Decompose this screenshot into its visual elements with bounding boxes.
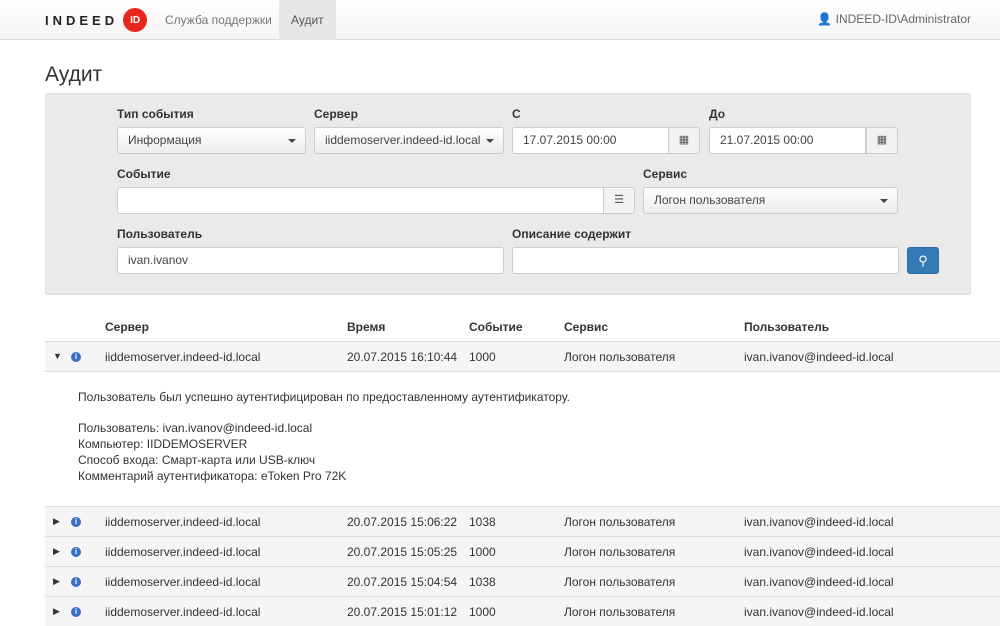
detail-summary: Пользователь был успешно аутентифицирова… [78,390,570,404]
server-select[interactable]: iiddemoserver.indeed-id.local [314,127,504,154]
detail-comment: Комментарий аутентификатора: eToken Pro … [78,469,347,483]
cell: 1000 [469,545,496,559]
cell: iiddemoserver.indeed-id.local [105,515,261,529]
to-calendar-button[interactable]: ▦ [866,127,898,154]
nav-audit[interactable]: Аудит [279,0,336,40]
cell: iiddemoserver.indeed-id.local [105,575,261,589]
from-label: С [512,107,521,121]
table-row[interactable]: ▶ i iiddemoserver.indeed-id.local 20.07.201… [45,596,1000,626]
header-service[interactable]: Сервис [564,320,608,334]
cell: 1000 [469,605,496,619]
user-input[interactable]: ivan.ivanov [117,247,504,274]
calendar-icon: ▦ [678,134,690,146]
cell: 20.07.2015 15:04:54 [347,575,458,589]
logo-text: INDEED [45,12,119,28]
cell: ivan.ivanov@indeed-id.local [744,545,894,559]
desc-input[interactable] [512,247,899,274]
caret-right-icon[interactable]: ▶ [53,546,60,557]
to-date-input[interactable]: 21.07.2015 00:00 [709,127,866,154]
caret-right-icon[interactable]: ▶ [53,576,60,587]
header-user[interactable]: Пользователь [744,320,829,334]
to-label: До [709,107,726,121]
search-button[interactable]: ⚲ [907,247,939,274]
table-row[interactable]: ▶ i iiddemoserver.indeed-id.local 20.07.201… [45,506,1000,536]
caret-right-icon[interactable]: ▶ [53,516,60,527]
event-type-label: Тип события [117,107,194,121]
caret-down-icon[interactable]: ▼ [53,351,62,361]
search-icon: ⚲ [918,253,928,268]
navbar: INDEED ID Служба поддержки Аудит 👤 INDEED… [0,0,1000,40]
info-icon: i [71,547,81,557]
service-label: Сервис [643,167,688,181]
user-menu[interactable]: 👤 INDEED-ID\Administrator [817,0,971,38]
info-icon: i [71,352,81,362]
calendar-icon: ▦ [876,134,888,146]
detail-login-method: Способ входа: Смарт-карта или USB-ключ [78,453,316,467]
info-icon: i [71,517,81,527]
from-date-input[interactable]: 17.07.2015 00:00 [512,127,669,154]
page-title: Аудит [45,63,103,86]
service-value: Логон пользователя [654,193,766,207]
event-list-button[interactable]: ☰ [603,187,635,214]
cell: Логон пользователя [564,515,676,529]
info-icon: i [71,577,81,587]
table-row[interactable]: ▶ i iiddemoserver.indeed-id.local 20.07.201… [45,566,1000,596]
caret-down-icon [486,139,494,143]
header-time[interactable]: Время [347,320,385,334]
cell: ivan.ivanov@indeed-id.local [744,515,894,529]
server-value: iiddemoserver.indeed-id.local [325,133,481,147]
cell: Логон пользователя [564,545,676,559]
header-server[interactable]: Сервер [105,320,149,334]
user-name: INDEED-ID\Administrator [835,12,971,26]
user-icon: 👤 [817,12,833,26]
cell: Логон пользователя [564,350,676,364]
cell: 1038 [469,515,496,529]
cell: ivan.ivanov@indeed-id.local [744,575,894,589]
cell: ivan.ivanov@indeed-id.local [744,350,894,364]
cell: 20.07.2015 15:01:12 [347,605,458,619]
row-detail: Пользователь был успешно аутентифицирова… [45,371,1000,506]
cell: 20.07.2015 15:05:25 [347,545,458,559]
from-calendar-button[interactable]: ▦ [668,127,700,154]
logo[interactable]: INDEED ID [45,8,148,32]
cell: iiddemoserver.indeed-id.local [105,605,261,619]
cell: iiddemoserver.indeed-id.local [105,545,261,559]
logo-badge: ID [123,8,148,32]
header-event[interactable]: Событие [469,320,523,334]
cell: 20.07.2015 16:10:44 [347,350,458,364]
cell: Логон пользователя [564,575,676,589]
cell: ivan.ivanov@indeed-id.local [744,605,894,619]
cell: 1038 [469,575,496,589]
caret-down-icon [880,199,888,203]
nav-support[interactable]: Служба поддержки [153,0,284,40]
cell: iiddemoserver.indeed-id.local [105,350,261,364]
event-label: Событие [117,167,171,181]
user-label: Пользователь [117,227,203,241]
info-icon: i [71,607,81,617]
event-type-select[interactable]: Информация [117,127,306,154]
event-input[interactable] [117,187,604,214]
detail-computer: Компьютер: IIDDEMOSERVER [78,437,248,451]
server-label: Сервер [314,107,358,121]
cell: 1000 [469,350,496,364]
table-row[interactable]: ▶ i iiddemoserver.indeed-id.local 20.07.201… [45,536,1000,566]
detail-user: Пользователь: ivan.ivanov@indeed-id.loca… [78,421,313,435]
service-select[interactable]: Логон пользователя [643,187,898,214]
caret-down-icon [288,139,296,143]
event-type-value: Информация [128,133,202,147]
cell: Логон пользователя [564,605,676,619]
list-icon: ☰ [614,194,624,206]
desc-label: Описание содержит [512,227,632,241]
cell: 20.07.2015 15:06:22 [347,515,458,529]
caret-right-icon[interactable]: ▶ [53,606,60,617]
table-row[interactable]: ▼ i iiddemoserver.indeed-id.local 20.07.201… [45,341,1000,371]
